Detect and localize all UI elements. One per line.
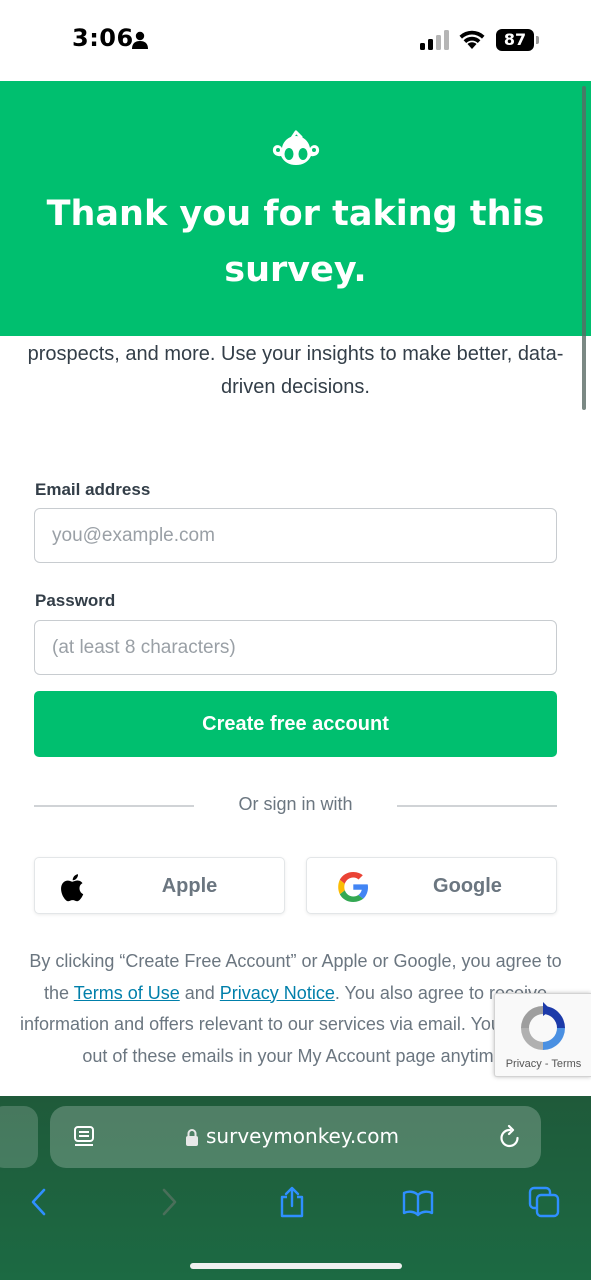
- divider-text: Or sign in with: [238, 794, 353, 814]
- reload-icon[interactable]: [498, 1124, 522, 1150]
- email-field[interactable]: [34, 508, 557, 563]
- divider-left: [34, 805, 194, 807]
- google-label: Google: [433, 875, 502, 897]
- battery-icon: 87: [496, 29, 540, 51]
- address-bar[interactable]: surveymonkey.com: [50, 1106, 541, 1168]
- legal-text-part: and: [179, 982, 220, 1003]
- browser-toolbar: surveymonkey.com: [0, 1096, 591, 1280]
- status-time: 3:06: [72, 24, 134, 52]
- recaptcha-links: Privacy - Terms: [495, 1058, 591, 1070]
- apple-icon: [61, 874, 84, 902]
- tabs-icon[interactable]: [528, 1186, 560, 1218]
- previous-tab-peek[interactable]: [0, 1106, 38, 1168]
- signal-icon: [420, 30, 449, 50]
- recaptcha-privacy-link[interactable]: Privacy: [506, 1058, 542, 1070]
- home-indicator[interactable]: [190, 1263, 402, 1269]
- recaptcha-separator: -: [541, 1058, 552, 1070]
- privacy-notice-link[interactable]: Privacy Notice: [220, 983, 335, 1003]
- google-signin-button[interactable]: Google: [306, 857, 557, 914]
- email-label: Email address: [35, 480, 151, 499]
- recaptcha-badge[interactable]: Privacy - Terms: [494, 993, 591, 1077]
- reader-icon[interactable]: [72, 1125, 96, 1149]
- intro-text: prospects, and more. Use your insights t…: [27, 343, 564, 398]
- status-bar: 3:06 87: [0, 0, 591, 81]
- recaptcha-icon: [521, 1002, 565, 1050]
- person-icon: [132, 31, 148, 49]
- recaptcha-terms-link[interactable]: Terms: [551, 1058, 581, 1070]
- surveymonkey-logo: [272, 130, 320, 165]
- page-title: Thank you for taking this survey.: [46, 194, 545, 290]
- legal-text: By clicking “Create Free Account” or App…: [20, 946, 571, 1072]
- apple-signin-button[interactable]: Apple: [34, 857, 285, 914]
- terms-of-use-link[interactable]: Terms of Use: [74, 983, 180, 1003]
- page-scrollbar[interactable]: [582, 86, 586, 410]
- create-account-button[interactable]: Create free account: [34, 691, 557, 757]
- google-icon: [338, 872, 368, 902]
- bookmarks-icon[interactable]: [402, 1186, 434, 1218]
- wifi-icon: [459, 30, 485, 49]
- apple-label: Apple: [161, 875, 218, 897]
- password-field[interactable]: [34, 620, 557, 675]
- forward-icon[interactable]: [152, 1186, 184, 1218]
- divider-right: [397, 805, 557, 807]
- password-label: Password: [35, 591, 116, 610]
- share-icon[interactable]: [276, 1186, 308, 1218]
- battery-level: 87: [496, 29, 534, 51]
- url-text: surveymonkey.com: [206, 1124, 399, 1148]
- lock-icon: [186, 1129, 198, 1146]
- back-icon[interactable]: [24, 1186, 56, 1218]
